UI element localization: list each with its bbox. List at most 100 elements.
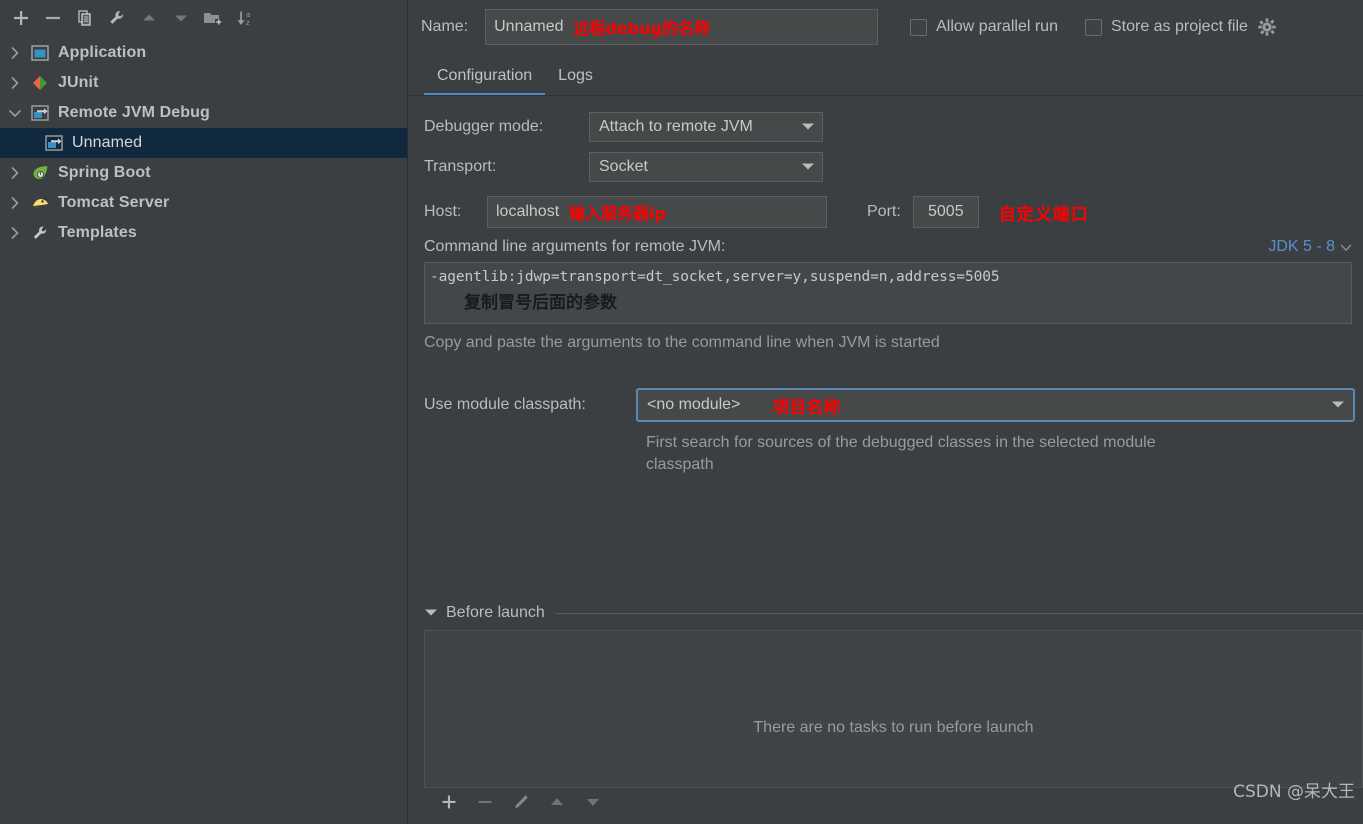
store-as-project-file-checkbox[interactable]: Store as project file	[1084, 18, 1248, 36]
name-label: Name:	[421, 18, 469, 35]
module-classpath-row: Use module classpath: <no module> 项目名称	[424, 388, 1363, 422]
sidebar-toolbar: a z	[0, 0, 407, 36]
args-title: Command line arguments for remote JVM:	[424, 238, 726, 255]
tree-item-label: Remote JVM Debug	[58, 104, 210, 121]
tree-item-label: Templates	[58, 224, 137, 241]
configuration-form: Debugger mode: Attach to remote JVM Tran…	[408, 96, 1363, 476]
tree-item-label: Tomcat Server	[58, 194, 170, 211]
args-textarea[interactable]: -agentlib:jdwp=transport=dt_socket,serve…	[424, 262, 1352, 324]
port-input[interactable]: 5005	[912, 196, 979, 228]
name-input-value: Unnamed	[494, 18, 564, 35]
tree-item-label: Unnamed	[72, 134, 143, 151]
module-classpath-dropdown[interactable]: <no module> 项目名称	[636, 388, 1355, 422]
application-icon	[30, 44, 50, 62]
wrench-icon	[30, 224, 50, 242]
debugger-mode-row: Debugger mode: Attach to remote JVM	[424, 112, 1363, 142]
new-folder-button[interactable]	[198, 4, 228, 32]
tree-item-label: Spring Boot	[58, 164, 151, 181]
name-input[interactable]: Unnamed 远程debug的名称	[485, 9, 879, 45]
configuration-editor-pane: Name: Unnamed 远程debug的名称 Allow parallel …	[408, 0, 1363, 824]
chevron-down-icon	[801, 118, 815, 136]
name-annotation: 远程debug的名称	[573, 19, 711, 38]
add-task-button[interactable]	[438, 791, 460, 813]
transport-dropdown[interactable]: Socket	[589, 152, 823, 182]
copy-configuration-button[interactable]	[70, 4, 100, 32]
name-row: Name: Unnamed 远程debug的名称 Allow parallel …	[408, 0, 1363, 54]
before-launch-title: Before launch	[446, 604, 545, 621]
debugger-mode-label: Debugger mode:	[424, 118, 544, 135]
move-down-button[interactable]	[166, 4, 196, 32]
move-task-down-button[interactable]	[582, 791, 604, 813]
remote-jvm-icon	[30, 104, 50, 122]
debugger-mode-dropdown[interactable]: Attach to remote JVM	[589, 112, 823, 142]
chevron-right-icon[interactable]	[6, 74, 24, 92]
svg-text:z: z	[246, 19, 250, 27]
host-label: Host:	[424, 203, 462, 220]
gear-icon[interactable]	[1256, 16, 1278, 38]
tomcat-icon	[30, 194, 50, 212]
remove-configuration-button[interactable]	[38, 4, 68, 32]
configurations-sidebar: a z Application JUnit Remote JVM Debug Unna…	[0, 0, 408, 824]
chevron-right-icon[interactable]	[6, 224, 24, 242]
tab-configuration[interactable]: Configuration	[424, 67, 546, 96]
pencil-icon[interactable]	[510, 791, 532, 813]
host-port-row: Host: localhost 输入服务器ip Port: 5005 自定义端口	[424, 196, 1363, 228]
run-debug-configurations-dialog: a z Application JUnit Remote JVM Debug Unna…	[0, 0, 1363, 824]
sort-az-icon[interactable]: a z	[230, 4, 260, 32]
collapse-triangle-icon[interactable]	[424, 604, 438, 622]
before-launch-task-list[interactable]: There are no tasks to run before launch	[424, 630, 1363, 788]
before-launch-section: Before launch There are no tasks to run …	[424, 604, 1363, 816]
transport-label: Transport:	[424, 158, 497, 175]
tab-logs[interactable]: Logs	[545, 67, 606, 96]
allow-parallel-run-checkbox[interactable]: Allow parallel run	[910, 18, 1058, 36]
jdk-version-label: JDK 5 - 8	[1268, 238, 1335, 255]
args-value: -agentlib:jdwp=transport=dt_socket,serve…	[430, 269, 1000, 285]
svg-text:a: a	[246, 11, 250, 19]
checkbox-box	[1084, 18, 1102, 36]
host-input[interactable]: localhost 输入服务器ip	[487, 196, 827, 228]
junit-icon	[30, 74, 50, 92]
watermark: CSDN @呆大王	[1233, 782, 1355, 802]
debugger-mode-value: Attach to remote JVM	[599, 118, 753, 135]
tree-item-spring-boot[interactable]: Spring Boot	[0, 158, 407, 188]
tree-item-tomcat-server[interactable]: Tomcat Server	[0, 188, 407, 218]
tree-item-application[interactable]: Application	[0, 38, 407, 68]
move-task-up-button[interactable]	[546, 791, 568, 813]
args-annotation: 复制冒号后面的参数	[464, 293, 617, 313]
args-header: Command line arguments for remote JVM: J…	[424, 238, 1352, 256]
host-annotation: 输入服务器ip	[569, 204, 667, 223]
editor-tabs: Configuration Logs	[408, 54, 1363, 96]
move-up-button[interactable]	[134, 4, 164, 32]
spring-boot-icon	[30, 164, 50, 182]
store-as-project-file-label: Store as project file	[1110, 18, 1248, 35]
before-launch-header[interactable]: Before launch	[424, 604, 1363, 622]
before-launch-empty-text: There are no tasks to run before launch	[753, 719, 1034, 736]
divider	[554, 612, 1363, 614]
remove-task-button[interactable]	[474, 791, 496, 813]
header-checkbox-group: Allow parallel run Store as project file	[910, 16, 1278, 38]
add-configuration-button[interactable]	[6, 4, 36, 32]
chevron-right-icon[interactable]	[6, 164, 24, 182]
chevron-right-icon[interactable]	[6, 194, 24, 212]
tree-item-unnamed[interactable]: Unnamed	[0, 128, 407, 158]
chevron-down-icon	[1331, 396, 1345, 414]
jdk-version-selector[interactable]: JDK 5 - 8	[1268, 238, 1352, 256]
port-label: Port:	[867, 203, 901, 220]
chevron-down-icon[interactable]	[6, 104, 24, 122]
checkbox-box	[910, 18, 928, 36]
wrench-icon[interactable]	[102, 4, 132, 32]
port-input-value: 5005	[928, 203, 964, 220]
module-classpath-value: <no module>	[647, 396, 741, 413]
chevron-down-icon	[1340, 244, 1352, 251]
tree-item-remote-jvm-debug[interactable]: Remote JVM Debug	[0, 98, 407, 128]
transport-row: Transport: Socket	[424, 152, 1363, 182]
module-classpath-annotation: 项目名称	[772, 397, 841, 418]
remote-jvm-icon	[44, 134, 64, 152]
tree-item-label: Application	[58, 44, 147, 61]
tree-item-label: JUnit	[58, 74, 99, 91]
chevron-right-icon[interactable]	[6, 44, 24, 62]
module-classpath-label: Use module classpath:	[424, 396, 586, 413]
tree-item-templates[interactable]: Templates	[0, 218, 407, 248]
tree-item-junit[interactable]: JUnit	[0, 68, 407, 98]
transport-value: Socket	[599, 158, 648, 175]
